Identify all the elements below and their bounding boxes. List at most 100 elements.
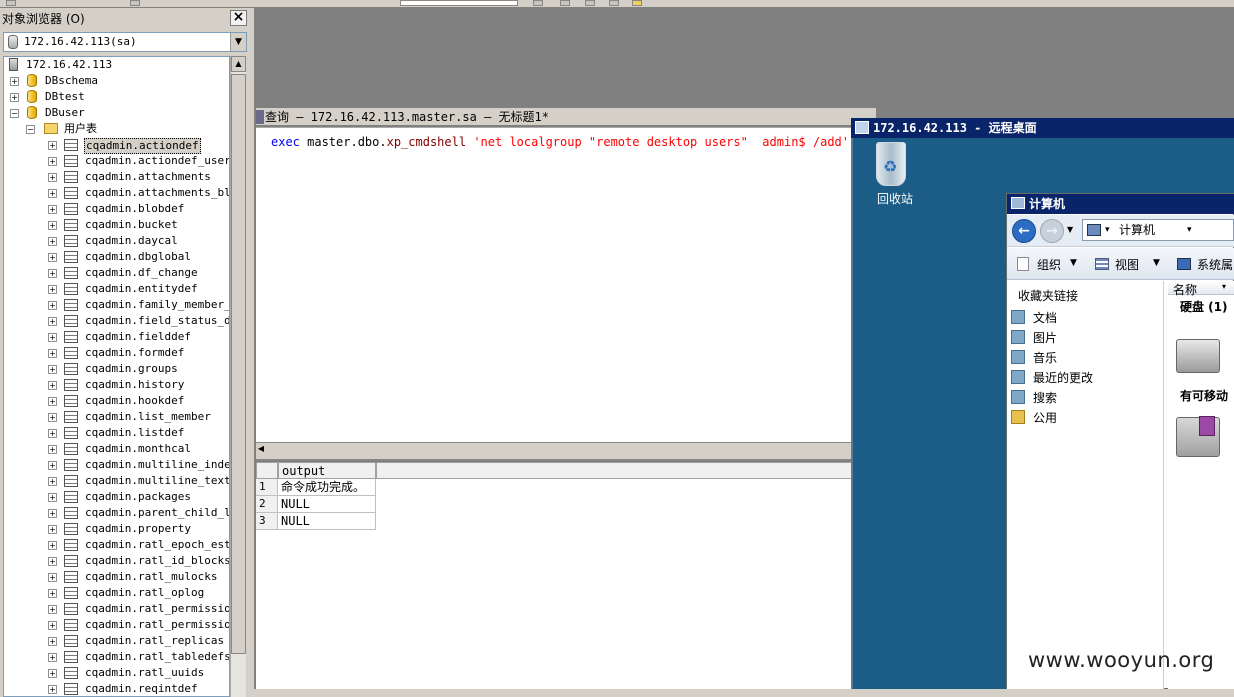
expand-icon[interactable]: + <box>48 573 57 582</box>
expand-icon[interactable]: + <box>48 381 57 390</box>
tree-node-table[interactable]: + cqadmin.ratl_epoch_estim <box>6 537 229 553</box>
removable-drive-icon[interactable] <box>1176 416 1220 457</box>
chevron-down-icon[interactable]: ▾ <box>1222 282 1226 291</box>
expand-icon[interactable]: + <box>48 621 57 630</box>
tree-node-table[interactable]: + cqadmin.fielddef <box>6 329 228 345</box>
tree-node-table[interactable]: + cqadmin.ratl_permission <box>6 601 229 617</box>
collapse-icon[interactable]: − <box>10 109 19 118</box>
computer-window-titlebar[interactable]: 计算机 <box>1007 194 1234 214</box>
tree-node-table[interactable]: + cqadmin.list_member <box>6 409 228 425</box>
close-button[interactable]: × <box>230 10 247 26</box>
scroll-left-icon[interactable]: ◀ <box>256 443 266 455</box>
organize-menu[interactable]: 组织 <box>1037 256 1061 273</box>
expand-icon[interactable]: + <box>48 461 57 470</box>
tree-node-table[interactable]: + cqadmin.family_member_de <box>6 297 229 313</box>
expand-icon[interactable]: + <box>48 365 57 374</box>
tree-node-table[interactable]: + cqadmin.field_status_def <box>6 313 229 329</box>
forward-arrow-icon[interactable]: → <box>1040 219 1064 243</box>
tree-node-table[interactable]: + cqadmin.actiondef_usergr <box>6 153 229 169</box>
chevron-down-icon[interactable]: ▼ <box>1153 258 1160 268</box>
tree-node-table[interactable]: + cqadmin.listdef <box>6 425 228 441</box>
expand-icon[interactable]: + <box>48 333 57 342</box>
expand-icon[interactable]: + <box>48 541 57 550</box>
expand-icon[interactable]: + <box>48 429 57 438</box>
tree-node-table[interactable]: + cqadmin.ratl_tabledefs <box>6 649 229 665</box>
recycle-bin-label[interactable]: 回收站 <box>870 190 920 207</box>
expand-icon[interactable]: + <box>48 477 57 486</box>
column-header[interactable]: 名称 ▾ <box>1168 281 1234 297</box>
expand-icon[interactable]: + <box>48 557 57 566</box>
tree-node-table[interactable]: + cqadmin.blobdef <box>6 201 228 217</box>
expand-icon[interactable]: + <box>48 685 57 694</box>
expand-icon[interactable]: + <box>48 637 57 646</box>
grid-row-number[interactable]: 1 <box>256 479 278 496</box>
toolbar-button-icon[interactable] <box>130 0 140 6</box>
expand-icon[interactable]: + <box>48 509 57 518</box>
expand-icon[interactable]: + <box>48 445 57 454</box>
chevron-down-icon[interactable]: ▾ <box>1105 220 1110 240</box>
toolbar-button-icon[interactable] <box>585 0 595 6</box>
grid-column-header[interactable]: output <box>278 462 376 479</box>
scroll-up-icon[interactable]: ▲ <box>231 56 246 72</box>
tree-node-table[interactable]: + cqadmin.actiondef <box>6 137 228 154</box>
expand-icon[interactable]: + <box>48 525 57 534</box>
expand-icon[interactable]: + <box>48 317 57 326</box>
expand-icon[interactable]: + <box>48 605 57 614</box>
expand-icon[interactable]: + <box>48 157 57 166</box>
tree-scrollbar[interactable]: ▲ <box>230 56 246 697</box>
tree-node-table[interactable]: + cqadmin.ratl_mulocks <box>6 569 228 585</box>
grid-cell[interactable]: 命令成功完成。 <box>278 479 376 496</box>
toolbar-button-icon[interactable] <box>632 0 642 6</box>
favorite-link[interactable]: 音乐 <box>1011 349 1057 367</box>
expand-icon[interactable]: + <box>48 141 57 150</box>
expand-icon[interactable]: + <box>48 653 57 662</box>
tree-node-table[interactable]: + cqadmin.dbglobal <box>6 249 228 265</box>
expand-icon[interactable]: + <box>48 221 57 230</box>
tree-node-table[interactable]: + cqadmin.ratl_id_blocks <box>6 553 229 569</box>
expand-icon[interactable]: + <box>48 493 57 502</box>
expand-icon[interactable]: + <box>48 397 57 406</box>
remote-desktop-titlebar[interactable]: 172.16.42.113 - 远程桌面 <box>851 118 1234 138</box>
back-arrow-icon[interactable]: ← <box>1012 219 1036 243</box>
expand-icon[interactable]: + <box>48 413 57 422</box>
tree-node-table[interactable]: + cqadmin.entitydef <box>6 281 228 297</box>
grid-row-number[interactable]: 2 <box>256 496 278 513</box>
expand-icon[interactable]: + <box>48 269 57 278</box>
expand-icon[interactable]: + <box>48 301 57 310</box>
expand-icon[interactable]: + <box>48 349 57 358</box>
grid-cell[interactable]: NULL <box>278 496 376 513</box>
expand-icon[interactable]: + <box>48 669 57 678</box>
tree-node-table[interactable]: + cqadmin.monthcal <box>6 441 228 457</box>
tree-node-table[interactable]: + cqadmin.parent_child_lin <box>6 505 229 521</box>
tree-node-table[interactable]: + cqadmin.property <box>6 521 228 537</box>
chevron-down-icon[interactable]: ▼ <box>230 33 246 51</box>
tree-node-table[interactable]: + cqadmin.attachments <box>6 169 228 185</box>
system-properties-button[interactable]: 系统属 <box>1197 256 1233 273</box>
expand-icon[interactable]: + <box>48 253 57 262</box>
tree-node-table[interactable]: + cqadmin.formdef <box>6 345 228 361</box>
collapse-icon[interactable]: − <box>26 125 35 134</box>
expand-icon[interactable]: + <box>10 77 19 86</box>
favorite-link[interactable]: 公用 <box>1011 409 1057 427</box>
tree-node-table[interactable]: + cqadmin.ratl_permission_ <box>6 617 229 633</box>
tree-node-table[interactable]: + cqadmin.reqintdef <box>6 681 228 696</box>
expand-icon[interactable]: + <box>48 173 57 182</box>
tree-node-table[interactable]: + cqadmin.history <box>6 377 228 393</box>
expand-icon[interactable]: + <box>10 93 19 102</box>
tree-node-table[interactable]: + cqadmin.groups <box>6 361 228 377</box>
expand-icon[interactable]: + <box>48 285 57 294</box>
expand-icon[interactable]: + <box>48 237 57 246</box>
grid-row-number[interactable]: 3 <box>256 513 278 530</box>
editor-hscrollbar[interactable]: ◀ <box>256 442 852 455</box>
object-tree[interactable]: 172.16.42.113 + DBschema + DBtest − DBuser − … <box>3 56 230 697</box>
toolbar-button-icon[interactable] <box>533 0 543 6</box>
sql-editor[interactable]: exec master.dbo.xp_cmdshell 'net localgr… <box>256 127 852 442</box>
tree-node-table[interactable]: + cqadmin.ratl_oplog <box>6 585 228 601</box>
toolbar-button-icon[interactable] <box>609 0 619 6</box>
favorite-link[interactable]: 最近的更改 <box>1011 369 1093 387</box>
expand-icon[interactable]: + <box>48 189 57 198</box>
tree-node-table[interactable]: + cqadmin.bucket <box>6 217 228 233</box>
chevron-down-icon[interactable]: ▾ <box>1187 220 1192 240</box>
views-menu[interactable]: 视图 <box>1115 256 1139 273</box>
pane-splitter[interactable] <box>256 455 852 460</box>
